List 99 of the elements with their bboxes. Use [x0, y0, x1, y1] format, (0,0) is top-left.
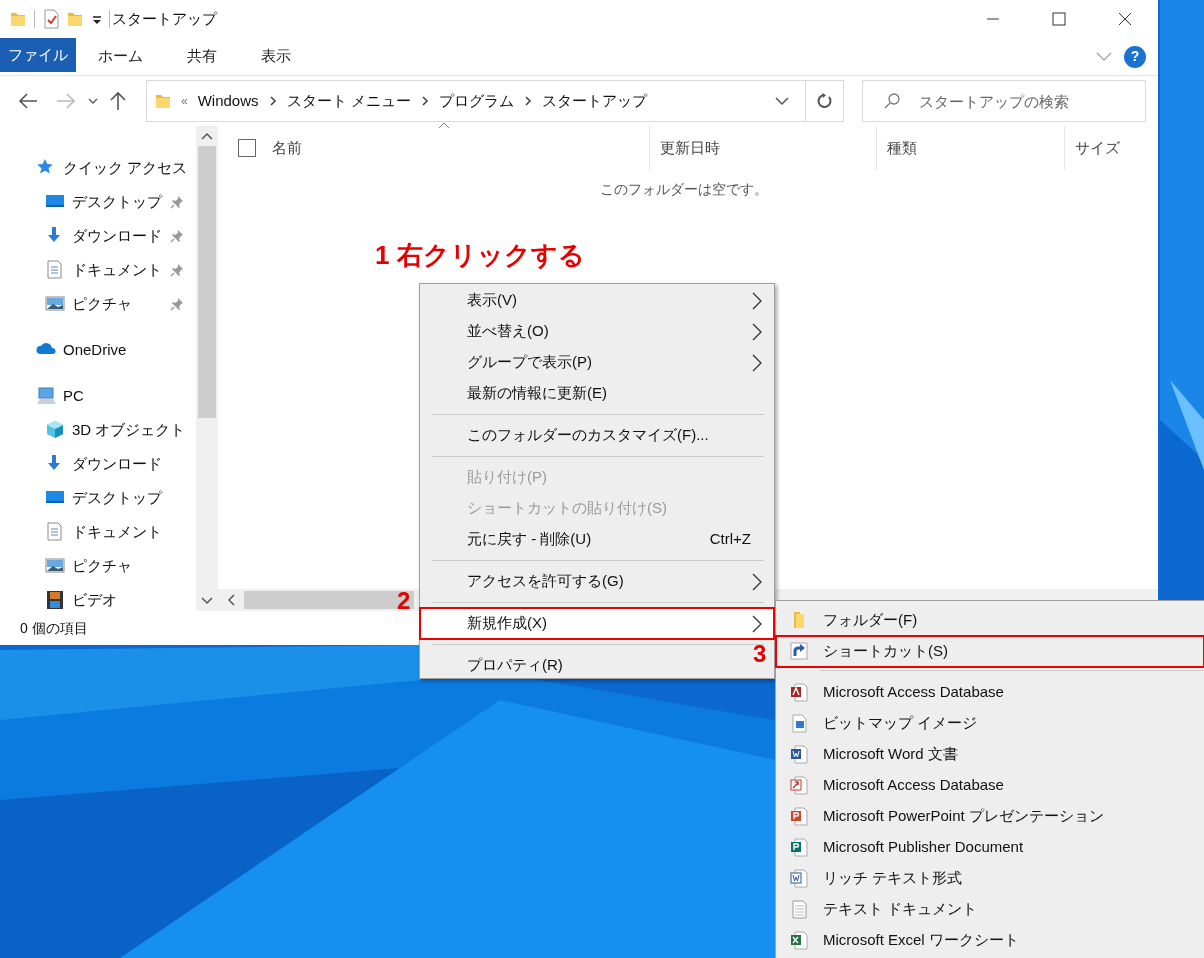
menu-item[interactable]: グループで表示(P): [420, 347, 774, 378]
arrow-icon: [110, 91, 126, 111]
scrollbar[interactable]: [196, 126, 218, 611]
sidebar-item[interactable]: ダウンロード: [0, 219, 196, 253]
sort-icon: [438, 122, 450, 129]
scroll-up-icon[interactable]: [201, 132, 213, 140]
chevron-icon: [523, 95, 532, 107]
dropdown-icon[interactable]: [774, 96, 789, 106]
breadcrumb-overflow[interactable]: «: [181, 92, 188, 110]
sidebar-item[interactable]: クイック アクセス: [0, 151, 196, 185]
sidebar-item[interactable]: OneDrive: [0, 333, 196, 367]
status-text: 0 個の項目: [20, 618, 88, 638]
step-label: 2: [397, 586, 411, 616]
arrow-icon: [18, 93, 38, 109]
sidebar-item[interactable]: 3D オブジェクト: [0, 413, 196, 447]
maximize-icon: [1052, 12, 1066, 26]
document-icon: [790, 776, 808, 795]
close-icon: [1118, 12, 1132, 26]
powerpoint-icon: [790, 807, 808, 826]
access-icon: [790, 683, 808, 702]
sidebar-item[interactable]: PC: [0, 379, 196, 413]
menu-item[interactable]: このフォルダーのカスタマイズ(F)...: [420, 420, 774, 451]
film-icon: [45, 590, 65, 610]
publisher-icon: [790, 838, 808, 857]
sidebar-item[interactable]: ドキュメント: [0, 515, 196, 549]
menu-item[interactable]: ショートカット(S): [776, 636, 1204, 667]
sidebar-item[interactable]: デスクトップ: [0, 185, 196, 219]
ribbon-tab[interactable]: 共有: [165, 38, 239, 75]
scroll-down-icon[interactable]: [201, 597, 213, 605]
menu-item[interactable]: 新規作成(X): [420, 608, 774, 639]
folder-icon: [155, 92, 171, 110]
menu-item[interactable]: プロパティ(R): [420, 650, 750, 681]
cube-icon: [45, 420, 65, 440]
empty-folder-message: このフォルダーは空です。: [599, 180, 769, 199]
menu-item[interactable]: Microsoft Access Database: [776, 770, 1204, 801]
menu-item[interactable]: 並べ替え(O): [420, 316, 774, 347]
help-button[interactable]: ?: [1124, 45, 1146, 68]
pin-icon[interactable]: [170, 195, 184, 209]
checkbox[interactable]: [238, 139, 256, 157]
scroll-left-icon[interactable]: [228, 594, 236, 606]
sidebar-item[interactable]: ビデオ: [0, 583, 196, 617]
menu-item[interactable]: 最新の情報に更新(E): [420, 378, 774, 409]
chevron-icon: [420, 95, 429, 107]
document-icon: [45, 260, 65, 280]
menu-item[interactable]: ビットマップ イメージ: [776, 708, 1204, 739]
menu-item[interactable]: リッチ テキスト形式: [776, 863, 1204, 894]
menu-item[interactable]: フォルダー(F): [776, 605, 1204, 636]
sidebar-item[interactable]: デスクトップ: [0, 481, 196, 515]
refresh-button[interactable]: [805, 80, 844, 122]
pin-icon[interactable]: [170, 297, 184, 311]
breadcrumb[interactable]: スタート メニュー: [286, 89, 411, 113]
sidebar-item[interactable]: ピクチャ: [0, 287, 196, 321]
column-header[interactable]: 名前: [218, 126, 649, 170]
document-icon: [790, 900, 808, 919]
search-field[interactable]: スタートアップの検索: [862, 80, 1146, 122]
column-header[interactable]: 種類: [876, 126, 1064, 170]
step-label: 3: [753, 639, 767, 669]
image-icon: [45, 294, 65, 314]
dropdown-icon[interactable]: [91, 13, 103, 25]
word-icon: [790, 869, 808, 888]
arrow-icon: [56, 93, 76, 109]
ribbon-tab[interactable]: ホーム: [76, 38, 165, 75]
properties-icon[interactable]: [43, 9, 59, 29]
refresh-icon: [816, 93, 833, 109]
address-bar[interactable]: « Windows スタート メニュー プログラム スタートアップ: [146, 80, 806, 122]
menu-item[interactable]: Microsoft Word 文書: [776, 739, 1204, 770]
step-label: 1 右クリックする: [375, 239, 585, 272]
sidebar-item[interactable]: ドキュメント: [0, 253, 196, 287]
pin-icon[interactable]: [170, 229, 184, 243]
menu-item[interactable]: Microsoft PowerPoint プレゼンテーション: [776, 801, 1204, 832]
shortcut-icon: [790, 642, 808, 661]
breadcrumb[interactable]: スタートアップ: [541, 89, 647, 113]
column-header[interactable]: サイズ: [1064, 126, 1152, 170]
pin-icon[interactable]: [170, 263, 184, 277]
sidebar-item[interactable]: ピクチャ: [0, 549, 196, 583]
menu-item[interactable]: Microsoft Excel ワークシート: [776, 925, 1204, 956]
chevron-icon[interactable]: [88, 97, 98, 105]
word-icon: [790, 745, 808, 764]
breadcrumb[interactable]: Windows: [197, 89, 259, 113]
document-icon: [45, 522, 65, 542]
menu-item[interactable]: 元に戻す - 削除(U) Ctrl+Z: [420, 524, 774, 555]
column-header[interactable]: 更新日時: [649, 126, 876, 170]
menu-item[interactable]: 表示(V): [420, 285, 774, 316]
ribbon-tab[interactable]: 表示: [239, 38, 313, 75]
menu-item[interactable]: アクセスを許可する(G): [420, 566, 774, 597]
image-icon: [790, 714, 808, 733]
folder-icon: [10, 10, 26, 28]
ribbon-tab[interactable]: ファイル: [0, 38, 76, 72]
window-title: スタートアップ: [112, 8, 217, 29]
excel-icon: [790, 931, 808, 950]
chevron-icon: [268, 95, 277, 107]
image-icon: [45, 556, 65, 576]
menu-item[interactable]: テキスト ドキュメント: [776, 894, 1204, 925]
expand-icon[interactable]: [1096, 51, 1112, 62]
menu-item[interactable]: Microsoft Access Database: [776, 677, 1204, 708]
computer-icon: [36, 386, 56, 406]
sidebar-item[interactable]: ダウンロード: [0, 447, 196, 481]
breadcrumb[interactable]: プログラム: [438, 89, 514, 113]
menu-item[interactable]: Microsoft Publisher Document: [776, 832, 1204, 863]
